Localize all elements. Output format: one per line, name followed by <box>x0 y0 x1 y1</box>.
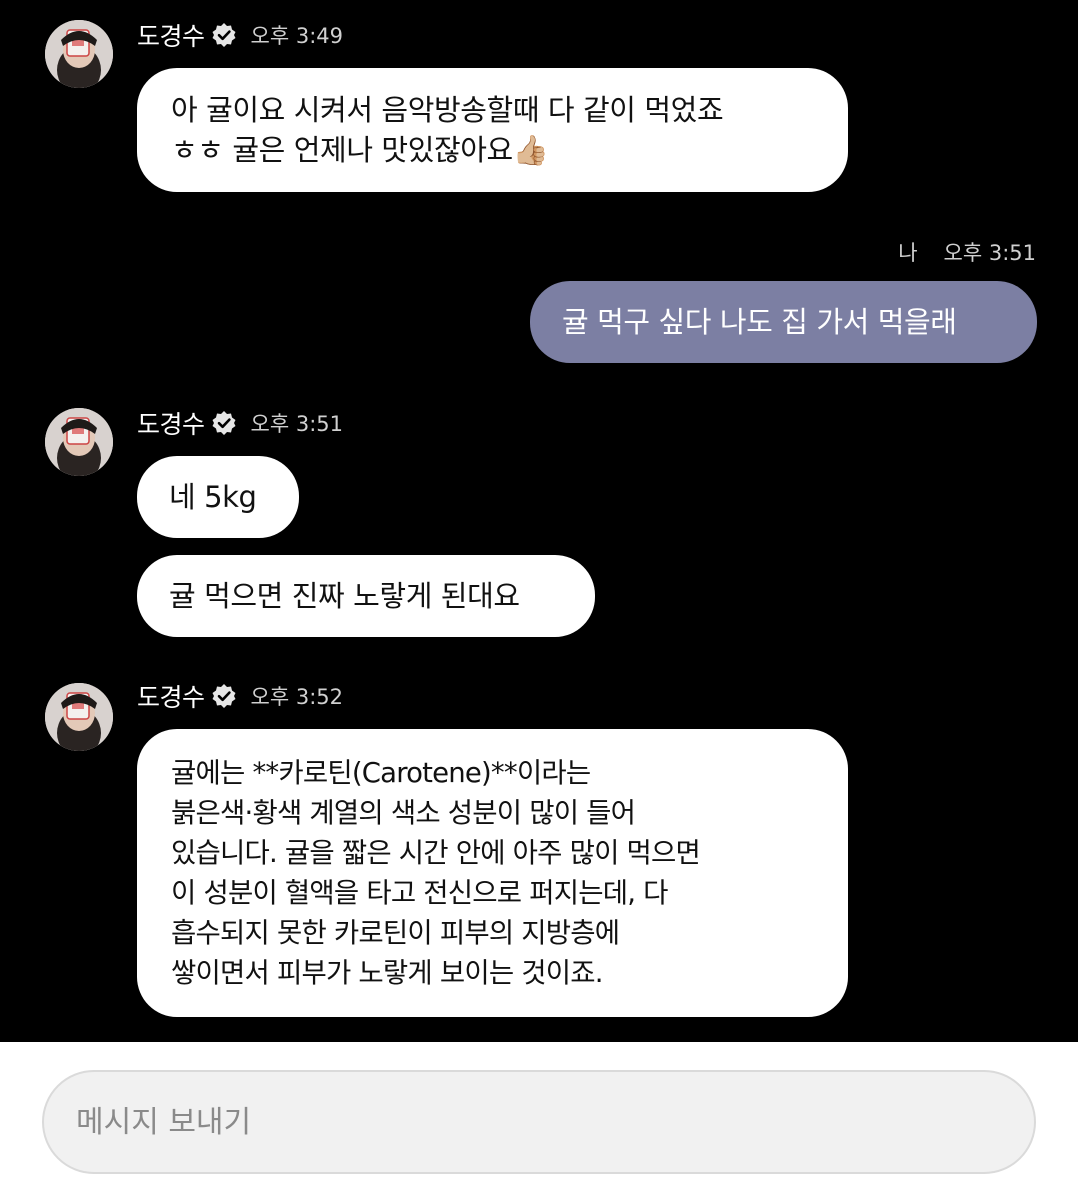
profile-photo-icon <box>45 408 113 476</box>
message-input[interactable] <box>42 1070 1036 1174</box>
sender-name: 도경수 <box>137 410 205 439</box>
chat-area[interactable]: 도경수 오후 3:49 아 귤이요 시켜서 음악방송할때 다 같이 먹었죠 ㅎㅎ… <box>0 0 1078 1042</box>
message-bubble[interactable]: 아 귤이요 시켜서 음악방송할때 다 같이 먹었죠 ㅎㅎ 귤은 언제나 맛있잖아… <box>137 68 848 192</box>
verified-badge-icon <box>212 23 236 47</box>
message-composer <box>0 1042 1078 1200</box>
verified-badge-icon <box>212 684 236 708</box>
message-bubble[interactable]: 네 5kg <box>137 456 299 538</box>
outgoing-header: 나 오후 3:51 <box>898 236 1036 268</box>
message-bubble[interactable]: 귤 먹으면 진짜 노랗게 된대요 <box>137 555 595 637</box>
message-header: 도경수 오후 3:51 <box>137 405 343 441</box>
message-time: 오후 3:51 <box>250 412 343 436</box>
message-time: 오후 3:49 <box>250 24 343 48</box>
profile-photo-icon <box>45 683 113 751</box>
profile-photo-icon <box>45 20 113 88</box>
message-header: 도경수 오후 3:49 <box>137 17 343 53</box>
message-time: 오후 3:51 <box>943 241 1036 265</box>
avatar[interactable] <box>45 683 113 751</box>
avatar[interactable] <box>45 20 113 88</box>
message-bubble[interactable]: 귤에는 **카로틴(Carotene)**이라는 붉은색·황색 계열의 색소 성… <box>137 729 848 1017</box>
message-time: 오후 3:52 <box>250 685 343 709</box>
sender-name: 도경수 <box>137 683 205 712</box>
avatar[interactable] <box>45 408 113 476</box>
sender-name: 도경수 <box>137 22 205 51</box>
me-label: 나 <box>898 241 918 265</box>
verified-badge-icon <box>212 411 236 435</box>
message-header: 도경수 오후 3:52 <box>137 678 343 714</box>
outgoing-message-bubble[interactable]: 귤 먹구 싶다 나도 집 가서 먹을래 <box>530 281 1037 363</box>
